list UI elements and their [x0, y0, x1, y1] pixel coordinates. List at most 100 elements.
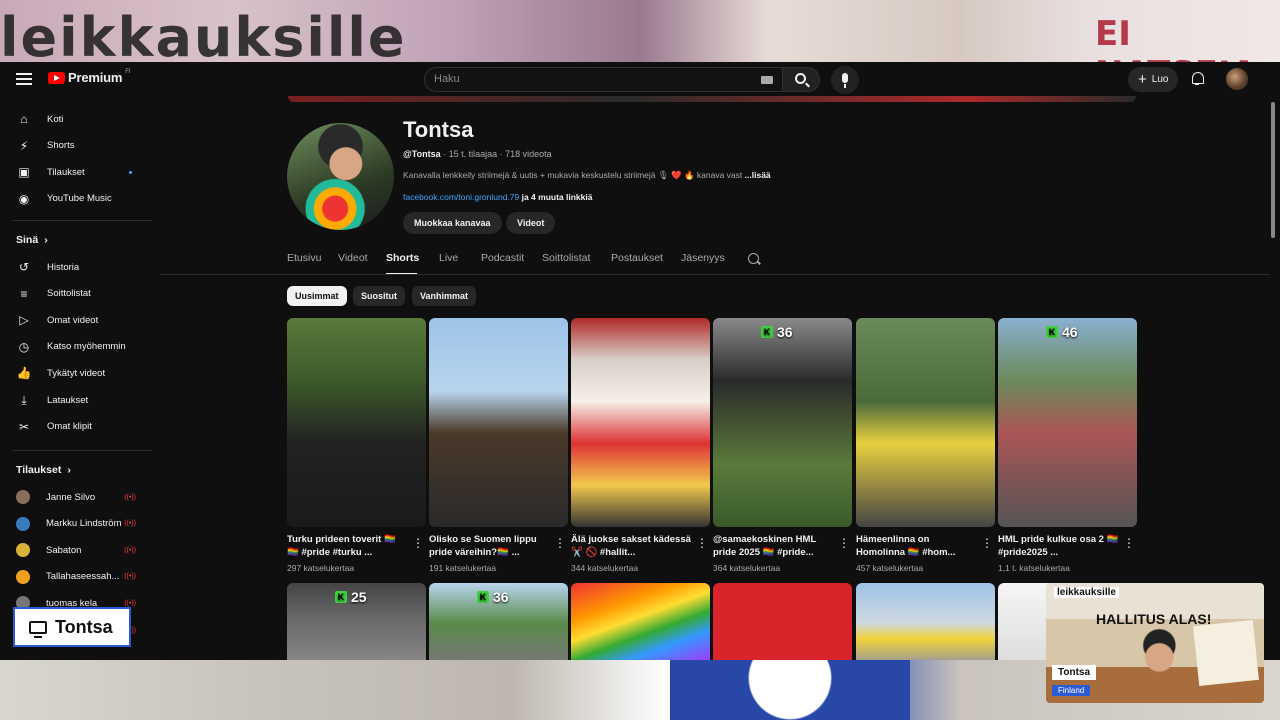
channel-link-facebook[interactable]: facebook.com/toni.gronlund.79	[403, 192, 519, 202]
channel-description[interactable]: Kanavalla lenkkeily striimejä & uutis + …	[403, 170, 771, 181]
youtube-premium-logo[interactable]: Premium FI	[48, 69, 131, 85]
short-title[interactable]: HML pride kulkue osa 2 🏳️‍🌈 #pride2025 .…	[998, 533, 1137, 560]
search-placeholder: Haku	[434, 73, 460, 85]
tab-shorts[interactable]: Shorts	[386, 252, 419, 264]
short-thumbnail[interactable]	[856, 318, 995, 527]
short-card[interactable]: K 36	[429, 583, 568, 660]
short-card[interactable]: Olisko se Suomen lippu pride väreihin?🏳️…	[429, 318, 568, 573]
short-thumbnail[interactable]	[571, 318, 710, 527]
short-card[interactable]: K 46 HML pride kulkue osa 2 🏳️‍🌈 #pride20…	[998, 318, 1137, 573]
subscription-item[interactable]: Sabaton ((•))	[8, 537, 148, 563]
sidebar-item-your-videos[interactable]: ▷ Omat videot	[8, 307, 148, 333]
sidebar-subscriptions-header[interactable]: Tilaukset ›	[16, 464, 71, 476]
more-options-icon[interactable]: ⋮	[838, 536, 850, 550]
short-badge: K 46	[1046, 324, 1078, 340]
short-title[interactable]: @samaekoskinen HML pride 2025 🏳️‍🌈 #prid…	[713, 533, 852, 560]
short-thumbnail[interactable]	[571, 583, 710, 660]
streamer-name-card: Tontsa	[13, 607, 131, 647]
sidebar-item-shorts[interactable]: ⚡ Shorts	[8, 133, 148, 159]
page-scrollbar[interactable]	[1270, 102, 1276, 657]
short-card[interactable]: Turku prideen toverit 🏳️‍🌈 🏳️‍🌈 #pride #…	[287, 318, 426, 573]
webcam-sign-text: leikkauksille	[1054, 587, 1119, 598]
webcam-location-tag: Finland	[1052, 685, 1091, 696]
sidebar-item-subscriptions[interactable]: ▣ Tilaukset	[8, 159, 148, 185]
short-thumbnail[interactable]: K 46	[998, 318, 1137, 527]
microphone-icon[interactable]	[831, 66, 859, 94]
search-input[interactable]: Haku	[424, 67, 784, 92]
short-thumbnail[interactable]	[713, 583, 852, 660]
short-card[interactable]: K 25	[287, 583, 426, 660]
chip-oldest[interactable]: Vanhimmat	[412, 286, 477, 306]
background-banner-text: leikkauksille	[0, 6, 407, 62]
tab-live[interactable]: Live	[439, 252, 458, 264]
tab-jasenyys[interactable]: Jäsenyys	[681, 252, 725, 264]
short-title[interactable]: Hämeenlinna on Homolinna 🏳️‍🌈 #hom...	[856, 533, 995, 560]
short-thumbnail[interactable]	[856, 583, 995, 660]
tab-videot[interactable]: Videot	[338, 252, 368, 264]
more-options-icon[interactable]: ⋮	[554, 536, 566, 550]
short-thumbnail[interactable]	[287, 318, 426, 527]
stream-background-top: leikkauksille EI NATSEJA	[0, 0, 1280, 62]
more-options-icon[interactable]: ⋮	[412, 536, 424, 550]
sidebar-item-music[interactable]: ◉ YouTube Music	[8, 186, 148, 212]
new-content-dot	[129, 170, 132, 174]
home-icon: ⌂	[20, 112, 28, 126]
short-views: 364 katselukertaa	[713, 563, 781, 573]
short-thumbnail[interactable]: K 25	[287, 583, 426, 660]
channel-meta: @Tontsa · 15 t. tilaajaa · 718 videota	[403, 149, 552, 159]
subscription-item[interactable]: Tallahaseessah... ((•))	[8, 564, 148, 590]
sidebar-item-home[interactable]: ⌂ Koti	[8, 106, 148, 132]
chip-latest[interactable]: Uusimmat	[287, 286, 347, 306]
short-title[interactable]: Olisko se Suomen lippu pride väreihin?🏳️…	[429, 533, 568, 560]
short-thumbnail[interactable]: K 36	[429, 583, 568, 660]
menu-icon[interactable]	[14, 70, 34, 88]
subscription-item[interactable]: Janne Silvo ((•))	[8, 484, 148, 510]
create-button[interactable]: + Luo	[1128, 67, 1179, 92]
keyboard-icon[interactable]	[761, 76, 773, 84]
streamer-figure	[640, 660, 940, 720]
sidebar-item-watch-later[interactable]: ◷ Katso myöhemmin	[8, 334, 148, 360]
more-options-icon[interactable]: ⋮	[981, 536, 993, 550]
search-button[interactable]	[782, 67, 820, 92]
sidebar-item-download[interactable]: ⤓ Lataukset	[8, 387, 148, 413]
short-card[interactable]	[571, 583, 710, 660]
channel-avatar	[287, 123, 394, 230]
account-avatar[interactable]	[1226, 68, 1248, 90]
tab-postaukset[interactable]: Postaukset	[611, 252, 663, 264]
more-options-icon[interactable]: ⋮	[696, 536, 708, 550]
sidebar-item-clips[interactable]: ✂ Omat klipit	[8, 414, 148, 440]
sidebar-item-history[interactable]: ↺ Historia	[8, 254, 148, 280]
short-thumbnail[interactable]: K 36	[713, 318, 852, 527]
short-card[interactable]	[713, 583, 852, 660]
short-thumbnail[interactable]	[429, 318, 568, 527]
sidebar-you-header[interactable]: Sinä ›	[16, 234, 48, 246]
sidebar-item-liked[interactable]: 👍 Tykätyt videot	[8, 360, 148, 386]
short-title[interactable]: Älä juokse sakset kädessä ✂️ 🚫 #hallit..…	[571, 533, 710, 560]
sidebar-item-label: Soittolistat	[47, 288, 91, 300]
manage-videos-button[interactable]: Videot	[506, 212, 556, 234]
tab-etusivu[interactable]: Etusivu	[287, 252, 321, 264]
description-more-link[interactable]: ...lisää	[745, 170, 771, 180]
short-card[interactable]: Älä juokse sakset kädessä ✂️ 🚫 #hallit..…	[571, 318, 710, 573]
tab-soittolistat[interactable]: Soittolistat	[542, 252, 590, 264]
chip-popular[interactable]: Suositut	[353, 286, 405, 306]
scrollbar-thumb[interactable]	[1271, 102, 1275, 238]
download-icon: ⤓	[21, 393, 27, 407]
customize-channel-button[interactable]: Muokkaa kanavaa	[403, 212, 502, 234]
channel-links[interactable]: facebook.com/toni.gronlund.79 ja 4 muuta…	[403, 192, 592, 202]
sidebar-item-playlists[interactable]: ≡ Soittolistat	[8, 281, 148, 307]
short-views: 191 katselukertaa	[429, 563, 497, 573]
short-card[interactable]: Hämeenlinna on Homolinna 🏳️‍🌈 #hom... 45…	[856, 318, 995, 573]
subscription-item[interactable]: Markku Lindström ((•))	[8, 511, 148, 537]
short-card[interactable]	[856, 583, 995, 660]
more-options-icon[interactable]: ⋮	[1123, 536, 1135, 550]
sidebar-item-label: Omat klipit	[47, 421, 92, 433]
short-badge: K 36	[761, 324, 793, 340]
watch-later-icon: ◷	[18, 339, 30, 354]
channel-search-icon[interactable]	[748, 253, 759, 264]
short-card[interactable]: K 36 @samaekoskinen HML pride 2025 🏳️‍🌈 #…	[713, 318, 852, 573]
channel-more-links[interactable]: ja 4 muuta linkkiä	[519, 192, 593, 202]
short-title[interactable]: Turku prideen toverit 🏳️‍🌈 🏳️‍🌈 #pride #…	[287, 533, 426, 560]
notifications-bell-icon[interactable]	[1190, 71, 1204, 85]
tab-podcastit[interactable]: Podcastit	[481, 252, 524, 264]
